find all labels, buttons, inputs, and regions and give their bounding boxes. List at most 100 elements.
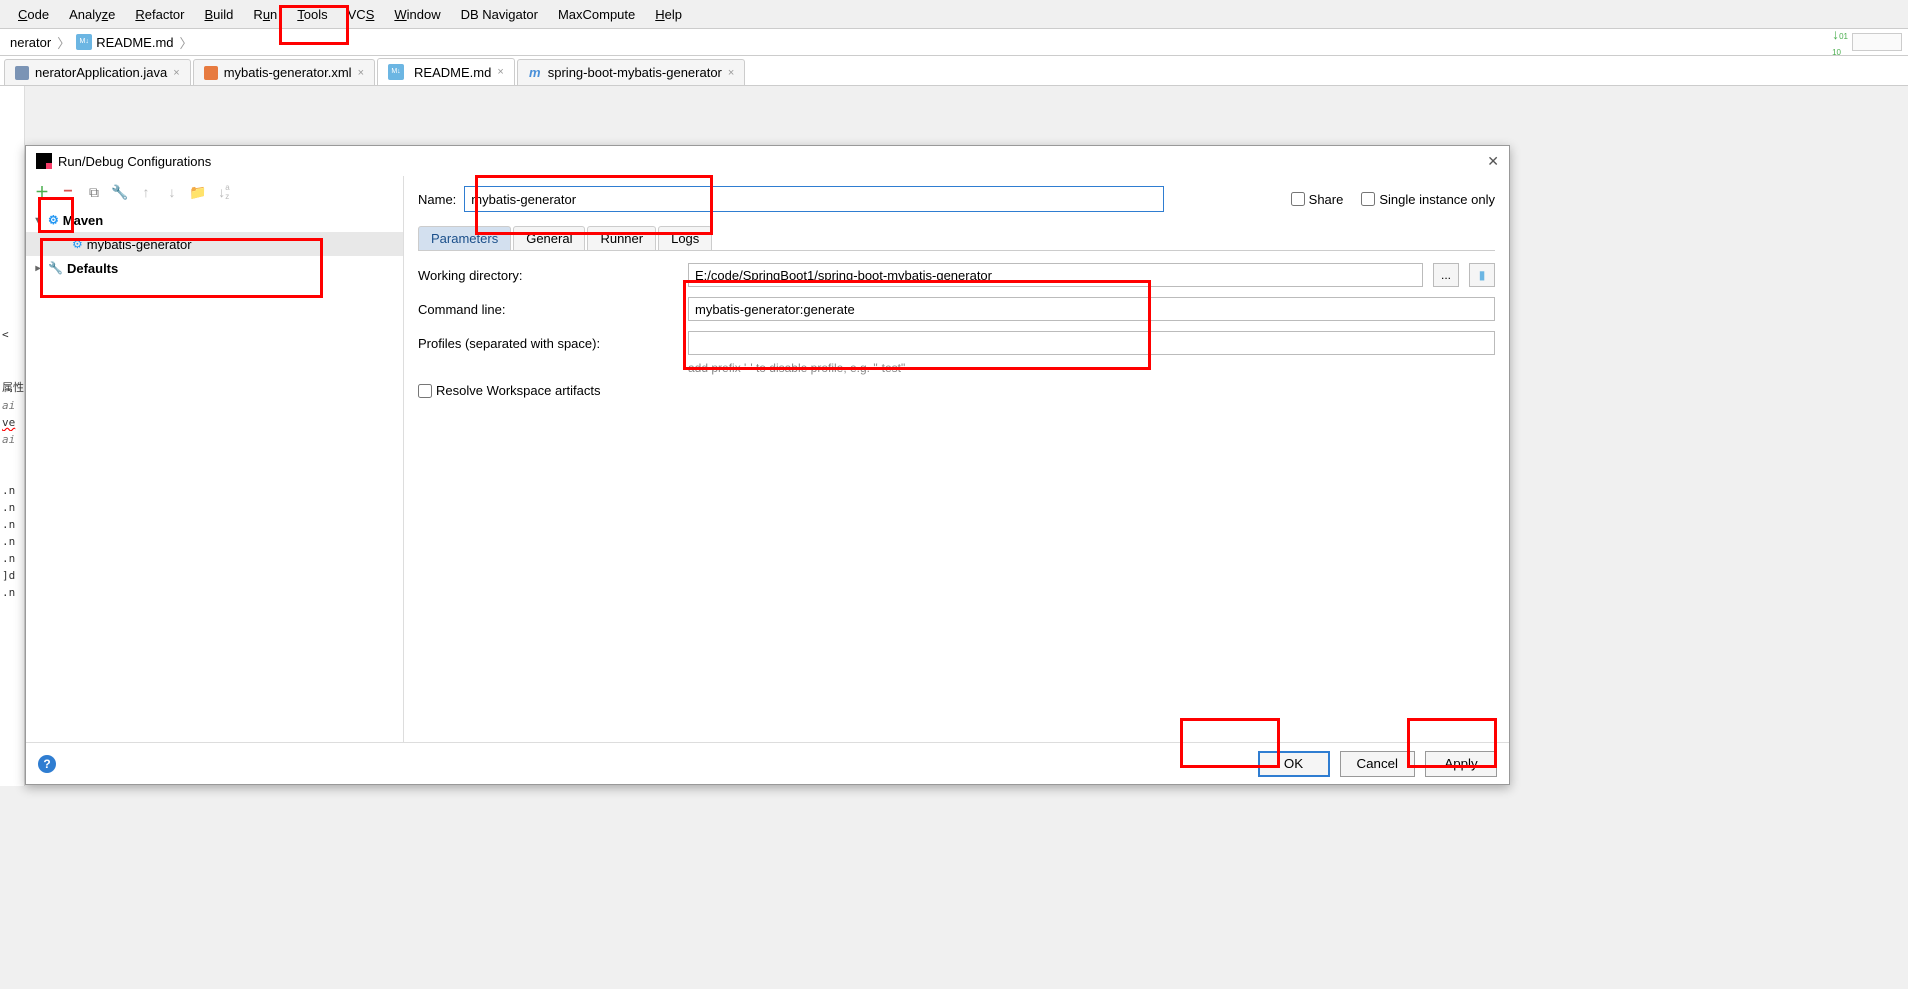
- chevron-right-icon: 〉: [180, 33, 193, 52]
- menu-analyze[interactable]: Analyze: [59, 3, 125, 26]
- dialog-title: Run/Debug Configurations: [58, 154, 211, 169]
- command-line-row: Command line:: [418, 297, 1495, 321]
- toolbar-right: ↓0110: [1832, 26, 1902, 58]
- config-tree-pane: ＋ − ⧉ 🔧 ↑ ↓ 📁 ↓az ▾ ⚙ Maven ⚙ mybatis-ge…: [26, 176, 404, 742]
- gear-icon: ⚙: [72, 237, 83, 251]
- menu-tools[interactable]: Tools: [287, 3, 337, 26]
- tab-spring-boot-mybatis[interactable]: m spring-boot-mybatis-generator ×: [517, 59, 746, 85]
- move-down-icon[interactable]: ↓: [164, 184, 180, 200]
- run-debug-dialog: Run/Debug Configurations ✕ ＋ − ⧉ 🔧 ↑ ↓ 📁…: [25, 145, 1510, 785]
- toolbar-button[interactable]: [1852, 33, 1902, 51]
- menu-vcs[interactable]: VCS: [338, 3, 385, 26]
- share-checkbox[interactable]: Share: [1291, 192, 1344, 207]
- breadcrumb: nerator 〉 M↓ README.md 〉: [6, 33, 195, 52]
- single-instance-label: Single instance only: [1379, 192, 1495, 207]
- breadcrumb-file-label: README.md: [96, 35, 173, 50]
- close-icon[interactable]: ×: [728, 67, 734, 79]
- gutter-text: <: [0, 326, 24, 343]
- move-up-icon[interactable]: ↑: [138, 184, 154, 200]
- gutter-text: .n: [0, 516, 24, 533]
- java-icon: [15, 66, 29, 80]
- folder-icon[interactable]: 📁: [190, 184, 206, 200]
- gear-icon: ⚙: [48, 213, 59, 227]
- tab-logs[interactable]: Logs: [658, 226, 712, 250]
- menu-window[interactable]: Window: [384, 3, 450, 26]
- tab-label: spring-boot-mybatis-generator: [548, 65, 722, 80]
- config-tree: ▾ ⚙ Maven ⚙ mybatis-generator ▸ 🔧 Defaul…: [26, 208, 403, 742]
- working-directory-label: Working directory:: [418, 268, 678, 283]
- dialog-titlebar: Run/Debug Configurations ✕: [26, 146, 1509, 176]
- remove-icon[interactable]: −: [60, 184, 76, 200]
- tree-node-mybatis-generator[interactable]: ⚙ mybatis-generator: [26, 232, 403, 256]
- tab-label: mybatis-generator.xml: [224, 65, 352, 80]
- breadcrumb-root[interactable]: nerator: [6, 35, 55, 50]
- dialog-footer: ? OK Cancel Apply: [26, 742, 1509, 784]
- tree-label: Maven: [63, 213, 103, 228]
- markdown-icon: M↓: [76, 34, 92, 50]
- help-icon[interactable]: ?: [38, 755, 56, 773]
- tree-label: mybatis-generator: [87, 237, 192, 252]
- tab-mybatis-xml[interactable]: mybatis-generator.xml ×: [193, 59, 375, 85]
- command-line-input[interactable]: [688, 297, 1495, 321]
- tab-application-java[interactable]: neratorApplication.java ×: [4, 59, 191, 85]
- resolve-workspace-checkbox[interactable]: Resolve Workspace artifacts: [418, 383, 601, 398]
- resolve-workspace-checkbox-input[interactable]: [418, 384, 432, 398]
- close-icon[interactable]: ×: [358, 67, 364, 79]
- menu-code[interactable]: Code: [8, 3, 59, 26]
- config-tabs: Parameters General Runner Logs: [418, 226, 1495, 251]
- gutter-text: ai: [0, 397, 24, 414]
- close-icon[interactable]: ×: [497, 66, 503, 78]
- tree-node-maven[interactable]: ▾ ⚙ Maven: [26, 208, 403, 232]
- tab-general[interactable]: General: [513, 226, 585, 250]
- share-checkbox-input[interactable]: [1291, 192, 1305, 206]
- xml-icon: [204, 66, 218, 80]
- wrench-icon: 🔧: [48, 261, 63, 275]
- resolve-workspace-row: Resolve Workspace artifacts: [418, 383, 1495, 398]
- cancel-button[interactable]: Cancel: [1340, 751, 1416, 777]
- folder-icon: ▮: [1479, 268, 1486, 282]
- chevron-right-icon: 〉: [57, 33, 70, 52]
- parameters-form: Working directory: ... ▮ Command line: P…: [418, 251, 1495, 408]
- single-instance-checkbox-input[interactable]: [1361, 192, 1375, 206]
- tab-parameters[interactable]: Parameters: [418, 226, 511, 250]
- tab-runner[interactable]: Runner: [587, 226, 656, 250]
- gutter-text: 属性: [0, 377, 24, 397]
- name-input[interactable]: [464, 186, 1164, 212]
- breadcrumb-file[interactable]: M↓ README.md: [72, 34, 177, 50]
- gutter-text: .n: [0, 499, 24, 516]
- name-label: Name:: [418, 192, 456, 207]
- single-instance-checkbox[interactable]: Single instance only: [1361, 192, 1495, 207]
- edit-defaults-icon[interactable]: 🔧: [112, 184, 128, 200]
- add-icon[interactable]: ＋: [34, 184, 50, 200]
- profiles-input[interactable]: [688, 331, 1495, 355]
- menu-run[interactable]: Run: [243, 3, 287, 26]
- close-icon[interactable]: ✕: [1487, 153, 1499, 170]
- insert-macro-button[interactable]: ▮: [1469, 263, 1495, 287]
- menu-refactor[interactable]: Refactor: [125, 3, 194, 26]
- gutter-text: ]d: [0, 567, 24, 584]
- tab-readme-md[interactable]: M↓ README.md ×: [377, 58, 515, 85]
- tree-node-defaults[interactable]: ▸ 🔧 Defaults: [26, 256, 403, 280]
- resolve-workspace-label: Resolve Workspace artifacts: [436, 383, 601, 398]
- menu-db-navigator[interactable]: DB Navigator: [451, 3, 548, 26]
- menu-build[interactable]: Build: [195, 3, 244, 26]
- menu-maxcompute[interactable]: MaxCompute: [548, 3, 645, 26]
- browse-button[interactable]: ...: [1433, 263, 1459, 287]
- profiles-row: Profiles (separated with space):: [418, 331, 1495, 355]
- apply-button[interactable]: Apply: [1425, 751, 1497, 777]
- profiles-label: Profiles (separated with space):: [418, 336, 678, 351]
- main-menubar: Code Analyze Refactor Build Run Tools VC…: [0, 0, 1908, 28]
- ok-button[interactable]: OK: [1258, 751, 1330, 777]
- tab-label: neratorApplication.java: [35, 65, 167, 80]
- gutter-text: ve: [0, 414, 24, 431]
- gutter-text: .n: [0, 550, 24, 567]
- download-icon[interactable]: ↓0110: [1832, 26, 1848, 58]
- profiles-hint: add prefix '-' to disable profile, e.g. …: [688, 361, 1495, 375]
- close-icon[interactable]: ×: [173, 67, 179, 79]
- copy-icon[interactable]: ⧉: [86, 184, 102, 200]
- sort-icon[interactable]: ↓az: [216, 184, 232, 200]
- share-label: Share: [1309, 192, 1344, 207]
- left-gutter: < 属性 ai ve ai .n .n .n .n .n ]d .n: [0, 86, 25, 786]
- menu-help[interactable]: Help: [645, 3, 692, 26]
- working-directory-input[interactable]: [688, 263, 1423, 287]
